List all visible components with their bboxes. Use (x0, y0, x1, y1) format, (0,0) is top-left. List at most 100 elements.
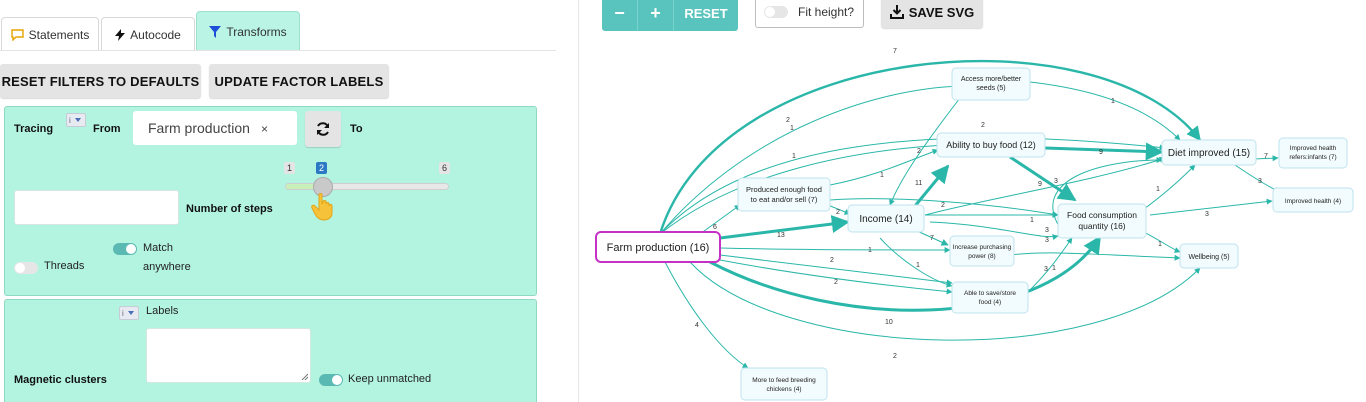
svg-text:i: i (69, 116, 71, 125)
edge-label: 3 (1258, 178, 1262, 185)
edge-label: 1 (916, 262, 920, 269)
node-label: Ability to buy food (12) (946, 140, 1036, 150)
tracing-info-dropdown[interactable]: i (66, 113, 86, 127)
toggle-knob (126, 244, 136, 254)
node-label: Increase purchasing (953, 244, 1012, 251)
node-save-store-food[interactable]: Able to save/store food (4) (951, 281, 1029, 314)
steps-max-label: 6 (439, 162, 451, 174)
steps-value-label: 2 (316, 162, 328, 174)
svg-text:i: i (122, 309, 124, 318)
edge (664, 261, 749, 369)
zoom-reset-button[interactable]: RESET (674, 0, 738, 31)
node-increase-purchasing[interactable]: Increase purchasing power (8) (949, 235, 1015, 267)
zoom-controls: − + RESET (602, 0, 738, 31)
edge-label: 2 (836, 209, 840, 216)
edge-label: 1 (1111, 98, 1115, 105)
edge-label: 1 (1158, 241, 1162, 248)
edge (1139, 164, 1196, 213)
edge-label: 3 (1205, 211, 1209, 218)
lightning-icon (115, 28, 126, 41)
toggle-knob (765, 7, 775, 17)
edge-label: 13 (777, 232, 785, 239)
save-svg-button[interactable]: SAVE SVG (881, 0, 983, 28)
edge (719, 246, 951, 253)
node-label: Farm production (16) (607, 242, 710, 254)
from-label: From (93, 123, 121, 135)
zoom-in-button[interactable]: + (638, 0, 674, 31)
node-income[interactable]: Income (14) (847, 204, 925, 233)
update-factor-labels-button[interactable]: UPDATE FACTOR LABELS (209, 64, 389, 98)
tab-transforms-label: Transforms (226, 24, 287, 39)
magnetic-clusters-label: Magnetic clusters (14, 374, 107, 386)
edge-label: 3 (1045, 227, 1049, 234)
node-diet-improved[interactable]: Diet improved (15) (1161, 139, 1257, 166)
edge-label: 3 (1044, 266, 1048, 273)
node-food-consumption[interactable]: Food consumption quantity (16) (1057, 203, 1147, 239)
edge-label: 2 (917, 148, 921, 155)
node-label: Wellbeing (5) (1188, 254, 1229, 261)
tab-underline (0, 50, 556, 51)
chip-remove-icon[interactable]: × (261, 122, 268, 136)
edge (929, 221, 1059, 241)
info-dropdown-icon: i (69, 116, 81, 125)
edge-label: 7 (893, 48, 897, 55)
causal-map-graph[interactable]: 7 2 1 1 2 9 1 7 3 6 13 2 11 1 7 2 9 3 3 … (580, 40, 1366, 402)
edge-label: 11 (915, 180, 922, 187)
tracing-label: Tracing (14, 123, 54, 135)
edge (699, 204, 741, 235)
tab-autocode[interactable]: Autocode (101, 17, 195, 51)
reset-filters-button[interactable]: RESET FILTERS TO DEFAULTS (0, 64, 201, 98)
steps-slider[interactable] (285, 183, 449, 190)
steps-min-label: 1 (284, 162, 296, 174)
panel-divider (578, 0, 579, 402)
node-label: More to feed breeding (752, 377, 816, 384)
keep-unmatched-toggle[interactable] (319, 374, 343, 386)
edge-label: 7 (1264, 153, 1268, 160)
node-label: Diet improved (15) (1168, 148, 1250, 159)
edge-label: 2 (834, 279, 838, 286)
edge-label: 1 (790, 125, 794, 132)
edge-label: 9 (1038, 181, 1042, 188)
fit-height-toggle[interactable] (764, 6, 788, 18)
node-improved-health[interactable]: Improved health (4) (1272, 187, 1354, 213)
node-access-seeds[interactable]: Access more/better seeds (5) (951, 67, 1031, 101)
speech-bubble-icon (10, 28, 24, 41)
match-anywhere-toggle[interactable] (113, 243, 137, 255)
labels-textarea[interactable] (146, 328, 311, 383)
node-label: food (4) (979, 299, 1001, 306)
node-produced-enough-food[interactable]: Produced enough food to eat and/or sell … (737, 177, 831, 212)
node-label: Access more/better (961, 76, 1022, 83)
node-farm-production[interactable]: Farm production (16) (595, 231, 721, 263)
match-label: Match (143, 242, 173, 254)
labels-info-dropdown[interactable]: i (119, 306, 139, 320)
steps-label: Number of steps (186, 203, 273, 215)
edge (1149, 198, 1273, 216)
tab-transforms[interactable]: Transforms (196, 11, 300, 51)
graph-nodes: Farm production (16) Produced enough foo… (595, 67, 1354, 401)
edge-label: 2 (981, 122, 985, 129)
edge-label: 1 (792, 153, 796, 160)
refresh-button[interactable] (305, 111, 341, 147)
tab-statements-label: Statements (28, 27, 90, 42)
anywhere-label: anywhere (143, 261, 191, 273)
edge (1029, 81, 1181, 141)
steps-input[interactable] (14, 190, 179, 225)
download-icon (889, 5, 904, 19)
tab-autocode-label: Autocode (130, 27, 181, 42)
edge-label: 7 (930, 235, 934, 242)
node-label: power (8) (968, 253, 995, 260)
resize-grip-icon (301, 373, 308, 380)
edge (1009, 252, 1181, 261)
info-dropdown-icon: i (122, 309, 134, 318)
threads-toggle[interactable] (14, 262, 38, 274)
node-improved-health-infants[interactable]: Improved health refers:infants (7) (1278, 137, 1348, 169)
node-ability-buy-food[interactable]: Ability to buy food (12) (936, 132, 1046, 158)
node-wellbeing[interactable]: Wellbeing (5) (1179, 243, 1239, 269)
fit-height-control[interactable]: Fit height? (755, 0, 864, 28)
hand-pointer-icon (311, 193, 333, 221)
tab-statements[interactable]: Statements (1, 17, 99, 51)
node-label: Produced enough food (746, 185, 822, 194)
node-feed-chickens[interactable]: More to feed breeding chickens (4) (740, 367, 828, 401)
filter-icon (209, 25, 222, 38)
zoom-out-button[interactable]: − (602, 0, 638, 31)
